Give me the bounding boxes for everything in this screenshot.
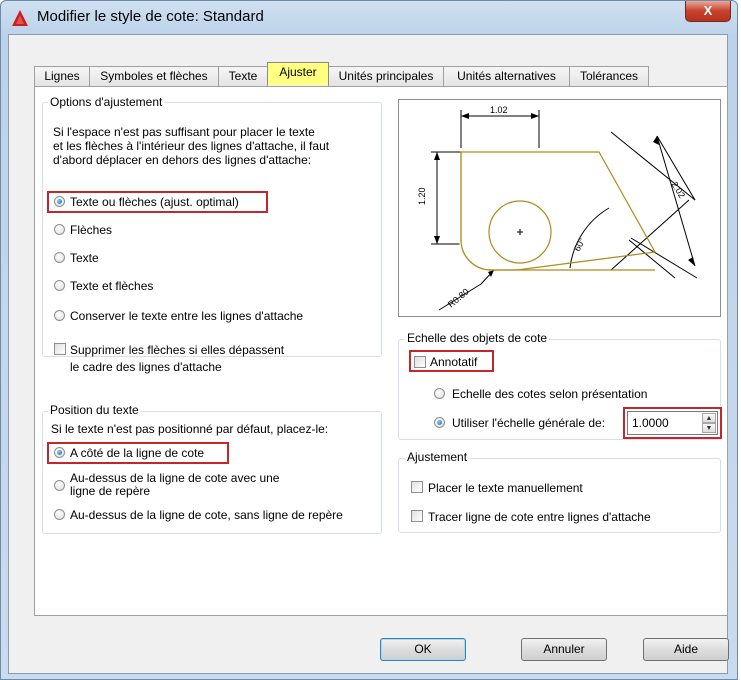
radio-fleches[interactable] (54, 224, 65, 235)
preview-dim-top: 1.02 (490, 105, 508, 115)
radio-label-au-dessus-avec-repere-line2: ligne de repère (70, 484, 151, 498)
position-texte-legend: Position du texte (48, 403, 141, 417)
radio-label-echelle-presentation: Echelle des cotes selon présentation (452, 387, 648, 401)
preview-drawing: 1.02 1.20 2.02 60° R0.80 (417, 105, 698, 311)
tab-unites-alternatives[interactable]: Unités alternatives (443, 66, 570, 86)
options-description-line3: d'abord déplacer en dehors des lignes d'… (53, 153, 312, 167)
checkbox-label-supprimer-line2: le cadre des lignes d'attache (70, 360, 222, 374)
help-button-label: Aide (673, 642, 699, 656)
radio-echelle-presentation[interactable] (434, 388, 445, 399)
window-title: Modifier le style de cote: Standard (37, 8, 264, 25)
radio-label-conserver-texte: Conserver le texte entre les lignes d'at… (70, 309, 304, 323)
radio-label-texte: Texte (70, 251, 99, 265)
tab-label: Unités principales (338, 69, 434, 83)
autocad-logo-icon (12, 10, 28, 26)
tab-lignes[interactable]: Lignes (34, 66, 90, 86)
tab-label: Texte (228, 69, 258, 83)
radio-label-fleches: Flèches (70, 223, 113, 237)
radio-label-au-dessus-avec-repere-line1: Au-dessus de la ligne de cote avec une (70, 471, 280, 485)
radio-au-dessus-sans-repere[interactable] (54, 509, 65, 520)
checkbox-tracer-ligne-cote[interactable] (411, 510, 423, 522)
echelle-legend: Echelle des objets de cote (405, 331, 550, 345)
radio-label-texte-et-fleches: Texte et flèches (70, 279, 154, 293)
highlight-box-a-cote (47, 442, 229, 464)
tab-texte[interactable]: Texte (218, 66, 268, 86)
highlight-box-annotatif (409, 350, 494, 372)
radio-au-dessus-avec-repere[interactable] (54, 480, 65, 491)
radio-texte-et-fleches[interactable] (54, 280, 65, 291)
ok-button-label: OK (414, 642, 432, 656)
tab-tolerances[interactable]: Tolérances (569, 66, 649, 86)
options-description-line2: et les flèches à l'intérieur des lignes … (53, 139, 330, 153)
tab-label: Ajuster (279, 65, 317, 79)
tab-label: Tolérances (579, 69, 639, 83)
close-icon: X (703, 3, 713, 18)
preview-dim-radius: R0.80 (446, 286, 471, 309)
checkbox-label-tracer-ligne: Tracer ligne de cote entre lignes d'atta… (428, 510, 651, 524)
close-button[interactable]: X (685, 1, 731, 22)
options-ajustement-legend: Options d'ajustement (48, 95, 165, 109)
cancel-button-label: Annuler (543, 642, 585, 656)
radio-label-au-dessus-sans-repere: Au-dessus de la ligne de cote, sans lign… (70, 508, 343, 522)
tab-label: Symboles et flèches (100, 69, 208, 83)
radio-label-echelle-generale: Utiliser l'échelle générale de: (452, 416, 606, 430)
checkbox-label-placer-texte: Placer le texte manuellement (428, 481, 583, 495)
dimension-style-preview: 1.02 1.20 2.02 60° R0.80 (398, 99, 721, 317)
ajustement-legend: Ajustement (405, 450, 470, 464)
title-bar: Modifier le style de cote: Standard X (1, 1, 737, 35)
preview-dim-left: 1.20 (417, 187, 427, 205)
tab-label: Unités alternatives (457, 69, 556, 83)
ok-button[interactable]: OK (380, 638, 466, 661)
checkbox-label-supprimer-line1: Supprimer les flèches si elles dépassent (70, 343, 285, 357)
position-texte-description: Si le texte n'est pas positionné par déf… (51, 422, 329, 436)
tab-ajuster[interactable]: Ajuster (267, 62, 329, 85)
radio-echelle-generale[interactable] (434, 417, 445, 428)
tab-label: Lignes (44, 69, 80, 83)
tab-symboles[interactable]: Symboles et flèches (89, 66, 219, 86)
options-description-line1: Si l'espace n'est pas suffisant pour pla… (53, 125, 315, 139)
highlight-box-optimal (47, 191, 268, 213)
checkbox-placer-texte-manuel[interactable] (411, 481, 423, 493)
preview-dim-angle: 60° (572, 236, 587, 253)
radio-texte[interactable] (54, 252, 65, 263)
radio-conserver-texte[interactable] (54, 310, 65, 321)
checkbox-supprimer-fleches[interactable] (54, 343, 66, 355)
help-button[interactable]: Aide (643, 638, 729, 661)
highlight-box-scale (623, 407, 722, 439)
tab-unites-principales[interactable]: Unités principales (328, 66, 444, 86)
cancel-button[interactable]: Annuler (521, 638, 607, 661)
